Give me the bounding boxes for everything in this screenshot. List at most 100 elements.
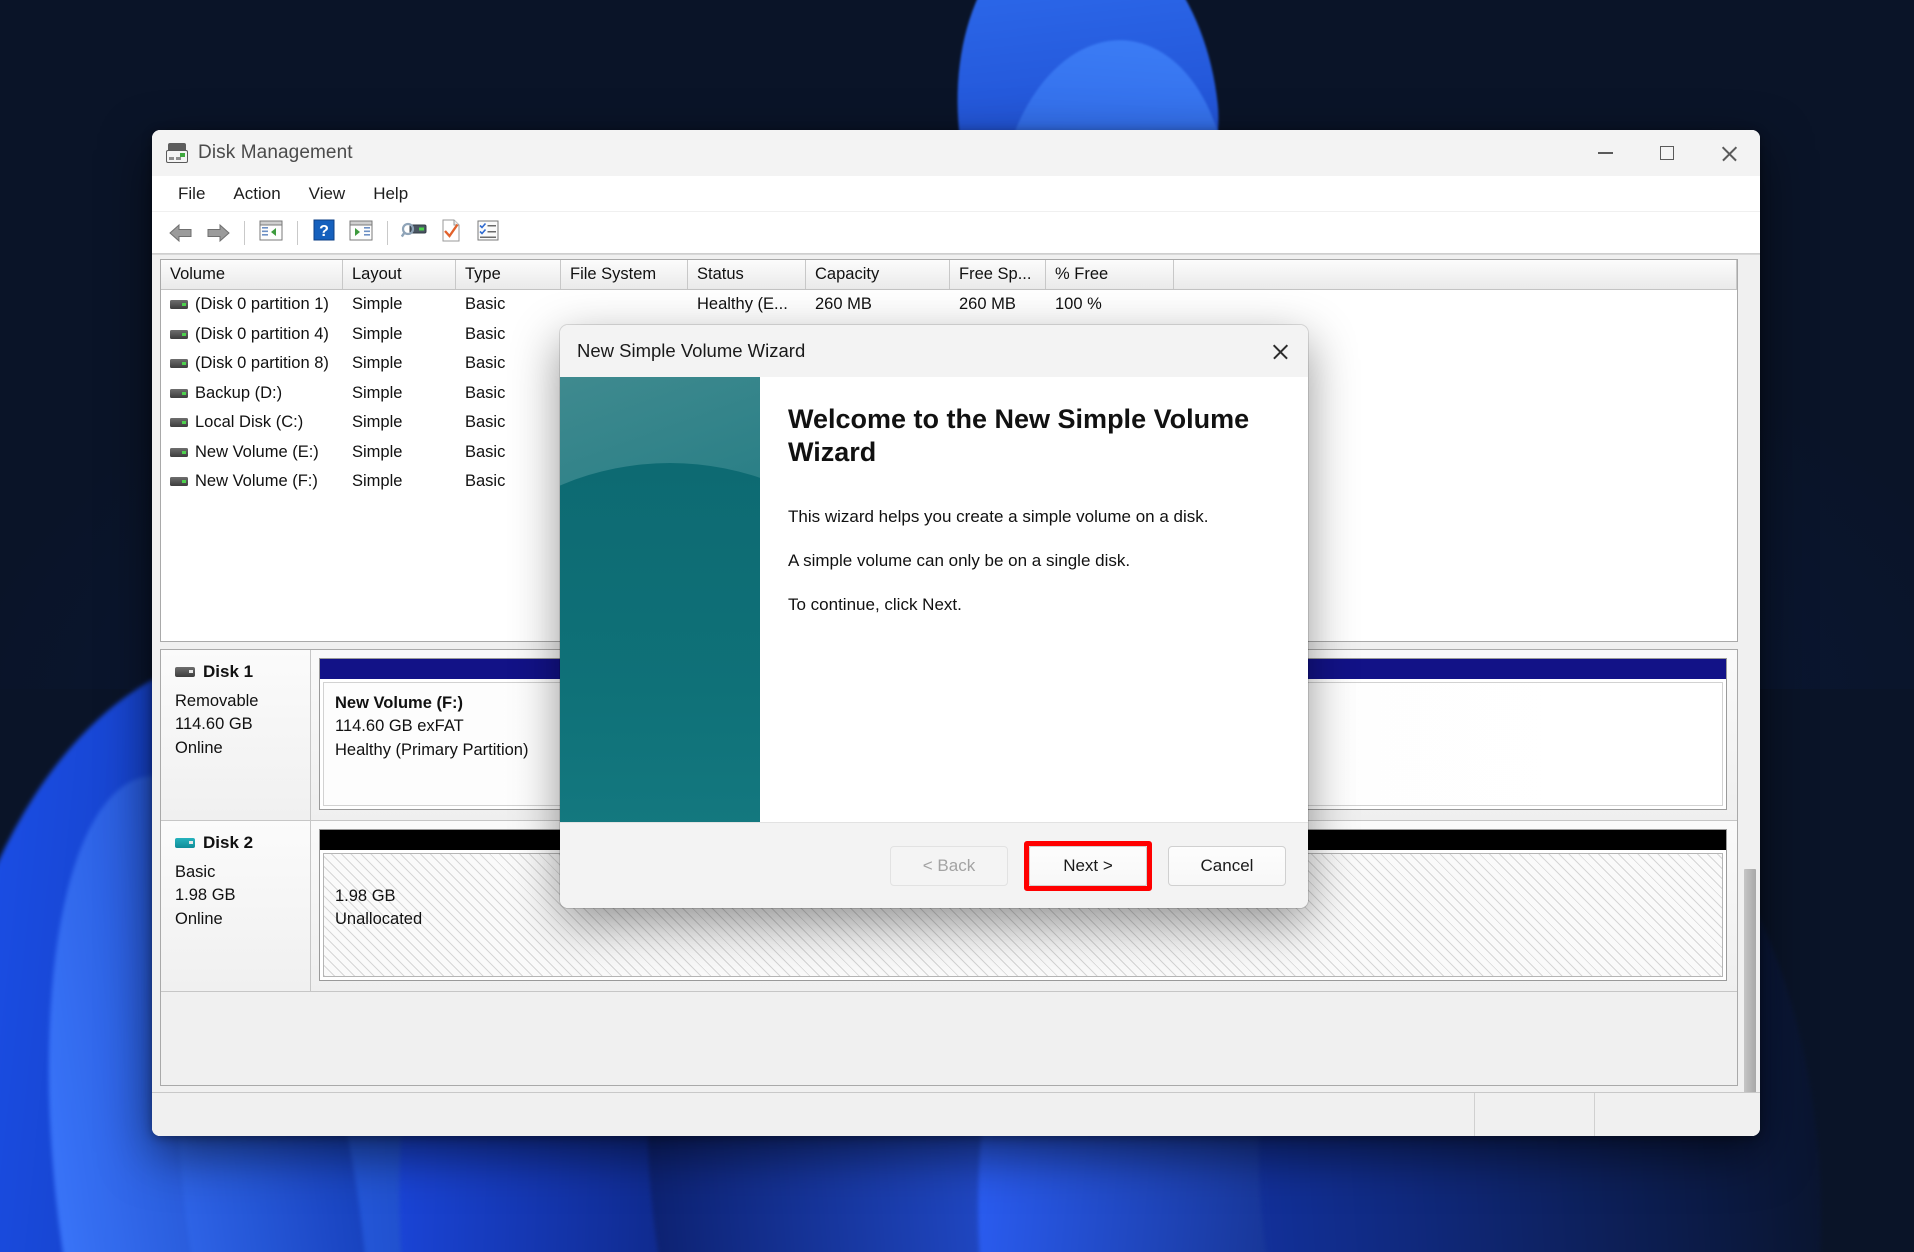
column-header-status[interactable]: Status bbox=[688, 260, 806, 289]
toolbar-separator-1 bbox=[244, 220, 245, 245]
statusbar-segment-3 bbox=[1594, 1093, 1760, 1136]
wizard-titlebar: New Simple Volume Wizard bbox=[560, 325, 1308, 377]
disk-2-state: Online bbox=[175, 909, 223, 928]
cell-type: Basic bbox=[465, 413, 506, 432]
cell-layout: Simple bbox=[352, 383, 403, 402]
statusbar-segment-2 bbox=[1474, 1093, 1594, 1136]
cell-volume-label: (Disk 0 partition 4) bbox=[195, 324, 329, 343]
show-hide-console-tree-button[interactable] bbox=[254, 217, 288, 249]
back-arrow-icon bbox=[168, 223, 194, 243]
cell-layout: Simple bbox=[352, 324, 403, 343]
column-header-volume[interactable]: Volume bbox=[161, 260, 343, 289]
cell-volume-label: Local Disk (C:) bbox=[195, 413, 304, 432]
drive-icon bbox=[170, 477, 188, 487]
menu-view[interactable]: View bbox=[297, 180, 358, 208]
maximize-button[interactable] bbox=[1636, 130, 1698, 176]
drive-icon bbox=[170, 359, 188, 369]
forward-arrow-icon bbox=[205, 223, 231, 243]
cell-layout: Simple bbox=[352, 413, 403, 432]
table-row[interactable]: (Disk 0 partition 1) Simple Basic Health… bbox=[161, 290, 1737, 320]
disk-panel-scrollbar[interactable] bbox=[1742, 649, 1758, 1099]
partition-status: Unallocated bbox=[335, 910, 423, 929]
cell-percent-free: 100 % bbox=[1055, 295, 1102, 314]
drive-icon bbox=[170, 329, 188, 339]
rescan-disks-button[interactable] bbox=[397, 217, 431, 249]
cell-layout: Simple bbox=[352, 472, 403, 491]
disk-1-name: Disk 1 bbox=[203, 662, 254, 681]
menu-file[interactable]: File bbox=[166, 180, 217, 208]
column-header-free-space[interactable]: Free Sp... bbox=[950, 260, 1046, 289]
menu-action[interactable]: Action bbox=[221, 180, 292, 208]
list-view-icon bbox=[477, 220, 499, 246]
cell-type: Basic bbox=[465, 472, 506, 491]
wizard-paragraph-1: This wizard helps you create a simple vo… bbox=[788, 506, 1209, 526]
back-button[interactable] bbox=[164, 217, 198, 249]
show-hide-console-tree-icon bbox=[259, 220, 283, 246]
cell-free-space: 260 MB bbox=[959, 295, 1016, 314]
wizard-main: Welcome to the New Simple Volume Wizard … bbox=[560, 377, 1308, 822]
window-controls bbox=[1574, 130, 1760, 176]
cell-volume-label: New Volume (E:) bbox=[195, 442, 319, 461]
column-header-capacity[interactable]: Capacity bbox=[806, 260, 950, 289]
toolbar-separator-3 bbox=[387, 220, 388, 245]
disk-2-kind: Basic bbox=[175, 863, 216, 881]
cell-layout: Simple bbox=[352, 295, 403, 314]
properties-icon bbox=[441, 219, 461, 247]
next-button-highlight: Next > bbox=[1024, 840, 1152, 891]
volume-list-header: Volume Layout Type File System Status Ca… bbox=[161, 260, 1737, 290]
cell-type: Basic bbox=[465, 383, 506, 402]
cell-status: Healthy (E... bbox=[697, 295, 788, 314]
drive-icon bbox=[170, 418, 188, 428]
wizard-paragraph-2: A simple volume can only be on a single … bbox=[788, 550, 1131, 570]
properties-button[interactable] bbox=[434, 217, 468, 249]
column-header-file-system[interactable]: File System bbox=[561, 260, 688, 289]
cancel-button-wrap: Cancel bbox=[1168, 845, 1286, 886]
cell-layout: Simple bbox=[352, 354, 403, 373]
menu-help[interactable]: Help bbox=[361, 180, 420, 208]
disk-1-size: 114.60 GB bbox=[175, 715, 253, 734]
statusbar bbox=[152, 1092, 1760, 1136]
maximize-icon bbox=[1660, 146, 1674, 160]
show-hide-action-pane-button[interactable] bbox=[344, 217, 378, 249]
column-header-filler[interactable] bbox=[1174, 260, 1737, 289]
cell-capacity: 260 MB bbox=[815, 295, 872, 314]
list-view-button[interactable] bbox=[471, 217, 505, 249]
cancel-button[interactable]: Cancel bbox=[1168, 845, 1286, 886]
help-icon: ? bbox=[313, 219, 335, 246]
toolbar: ? bbox=[152, 212, 1760, 254]
cell-volume: Backup (D:) bbox=[161, 384, 343, 403]
disk-icon bbox=[175, 667, 195, 677]
cell-volume-label: Backup (D:) bbox=[195, 383, 283, 402]
disk-2-size: 1.98 GB bbox=[175, 886, 236, 905]
wizard-banner-graphic bbox=[560, 377, 760, 822]
disk-1-title: Disk 1 bbox=[175, 662, 310, 682]
disk-2-title: Disk 2 bbox=[175, 833, 310, 853]
show-hide-action-pane-icon bbox=[349, 220, 373, 246]
desktop-background: Disk Management File Action View Help ? … bbox=[0, 0, 1914, 1252]
column-header-layout[interactable]: Layout bbox=[343, 260, 456, 289]
back-button[interactable]: < Back bbox=[890, 845, 1008, 886]
disk-management-icon bbox=[166, 143, 188, 163]
cell-volume: New Volume (F:) bbox=[161, 472, 343, 491]
column-header-percent-free[interactable]: % Free bbox=[1046, 260, 1174, 289]
cell-volume: (Disk 0 partition 1) bbox=[161, 295, 343, 314]
scrollbar-thumb[interactable] bbox=[1744, 869, 1756, 1099]
forward-button[interactable] bbox=[201, 217, 235, 249]
cell-volume-label: (Disk 0 partition 1) bbox=[195, 295, 329, 314]
cell-volume: Local Disk (C:) bbox=[161, 413, 343, 432]
minimize-button[interactable] bbox=[1574, 130, 1636, 176]
next-button[interactable]: Next > bbox=[1029, 845, 1147, 886]
cell-type: Basic bbox=[465, 442, 506, 461]
minimize-icon bbox=[1597, 152, 1613, 154]
cell-volume: New Volume (E:) bbox=[161, 443, 343, 462]
column-header-type[interactable]: Type bbox=[456, 260, 561, 289]
disk-1-info: Disk 1 Removable 114.60 GB Online bbox=[161, 650, 311, 820]
new-simple-volume-wizard-dialog: New Simple Volume Wizard Welcome to the … bbox=[560, 325, 1308, 908]
close-button[interactable] bbox=[1698, 130, 1760, 176]
drive-icon bbox=[170, 447, 188, 457]
svg-text:?: ? bbox=[319, 223, 329, 240]
wizard-banner-arc bbox=[560, 463, 760, 822]
back-button-wrap: < Back bbox=[890, 845, 1008, 886]
wizard-close-button[interactable] bbox=[1252, 325, 1308, 377]
help-button[interactable]: ? bbox=[307, 217, 341, 249]
